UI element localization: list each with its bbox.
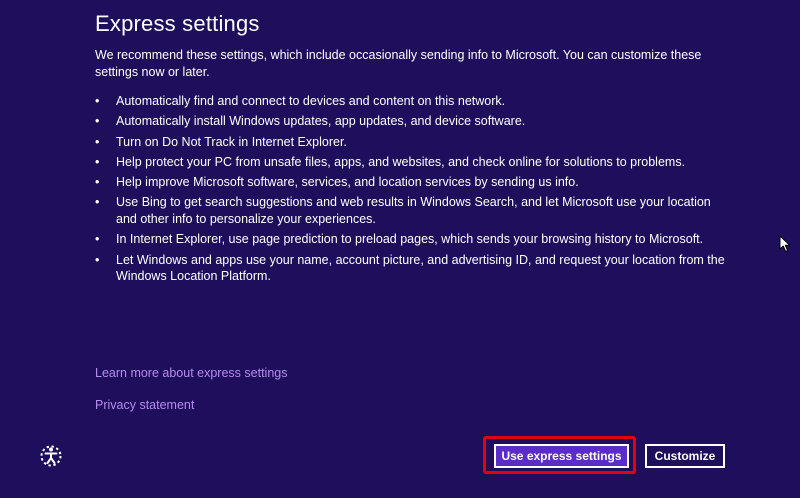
privacy-statement-link[interactable]: Privacy statement bbox=[95, 398, 194, 412]
bullet: • bbox=[95, 195, 100, 210]
use-express-settings-button[interactable]: Use express settings bbox=[494, 444, 629, 468]
bullet: • bbox=[95, 134, 100, 149]
setting-text: In Internet Explorer, use page predictio… bbox=[116, 232, 704, 247]
learn-more-link[interactable]: Learn more about express settings bbox=[95, 366, 287, 380]
list-item: • Automatically find and connect to devic… bbox=[95, 93, 735, 110]
list-item: • In Internet Explorer, use page predicti… bbox=[95, 231, 735, 248]
list-item: • Help protect your PC from unsafe files,… bbox=[95, 154, 735, 171]
customize-button[interactable]: Customize bbox=[645, 444, 725, 468]
intro-text: We recommend these settings, which inclu… bbox=[95, 48, 702, 79]
bullet: • bbox=[95, 232, 100, 247]
setting-text: Use Bing to get search suggestions and w… bbox=[116, 195, 711, 226]
bullet: • bbox=[95, 154, 100, 169]
ease-of-access-icon[interactable] bbox=[38, 443, 64, 469]
setting-text: Turn on Do Not Track in Internet Explore… bbox=[116, 134, 347, 149]
setting-text: Help improve Microsoft software, service… bbox=[116, 175, 579, 190]
list-item: • Let Windows and apps use your name, acc… bbox=[95, 252, 735, 285]
setting-text: Let Windows and apps use your name, acco… bbox=[116, 252, 725, 284]
page-title: Express settings bbox=[95, 11, 260, 36]
list-item: • Help improve Microsoft software, servic… bbox=[95, 174, 735, 191]
bullet: • bbox=[95, 175, 100, 190]
bullet: • bbox=[95, 114, 100, 129]
bullet: • bbox=[95, 94, 100, 108]
bullet: • bbox=[95, 252, 100, 267]
list-item: • Use Bing to get search suggestions and … bbox=[95, 194, 735, 227]
list-item: • Turn on Do Not Track in Internet Explor… bbox=[95, 134, 735, 151]
setting-text: Help protect your PC from unsafe files, … bbox=[116, 154, 686, 169]
settings-list: • Automatically find and connect to devic… bbox=[95, 93, 735, 288]
list-item: • Automatically install Windows updates, … bbox=[95, 113, 735, 130]
setting-text: Automatically install Windows updates, a… bbox=[116, 114, 526, 129]
setting-text: Automatically find and connect to device… bbox=[116, 94, 506, 108]
mouse-pointer-icon bbox=[779, 235, 791, 253]
